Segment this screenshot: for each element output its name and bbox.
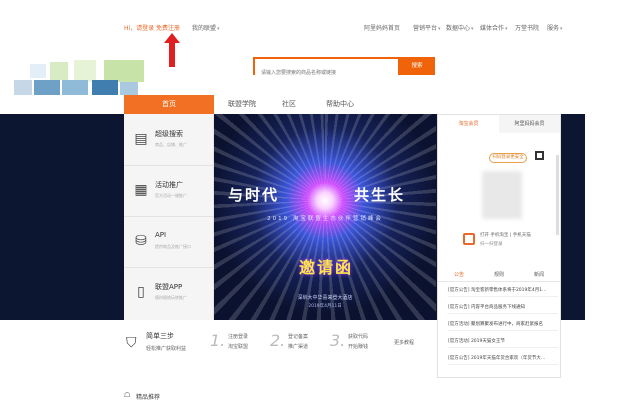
news-item[interactable]: [官方活动] 2019天猫女王节 <box>448 338 558 348</box>
menu-item-super-search[interactable]: ▤ 超级搜索 商品、店铺、推广 <box>124 116 214 166</box>
step-line1: 获取代码 <box>348 334 369 340</box>
side-menu: ▤ 超级搜索 商品、店铺、推广 ▦ 活动推广 官方活动一键推广 ⛁ API 提供… <box>124 114 214 320</box>
step-number: 3. <box>330 331 346 350</box>
tab-news[interactable]: 新闻 <box>534 271 544 278</box>
search-box <box>253 57 400 80</box>
nav-home[interactable]: 首页 <box>124 95 214 114</box>
step-line1: 登记备案 <box>288 334 309 340</box>
menu-item-sub: 官方活动一键推广 <box>155 193 187 198</box>
news-item[interactable]: [官方活动] 聚划算聚发布进行中，商家赶紧报名 <box>448 321 558 331</box>
search-input[interactable] <box>255 66 398 80</box>
nav-academy[interactable]: 联盟学院 <box>228 95 256 114</box>
my-union-menu[interactable]: 我的联盟 <box>192 23 220 32</box>
top-bar <box>0 0 622 40</box>
divider <box>438 281 560 282</box>
news-item[interactable]: [官方公告] 内容平台商品服务下线通知 <box>448 304 558 314</box>
main-nav <box>0 95 622 114</box>
banner-invite: 邀请函 <box>298 258 353 277</box>
scan-icon <box>463 233 475 245</box>
menu-item-api[interactable]: ⛁ API 提供商品及推广接口 <box>124 218 214 268</box>
news-item[interactable]: [官方公告] 淘宝客新零售体系将于2019年4月1... <box>448 287 558 297</box>
search-button[interactable]: 搜索 <box>399 57 435 75</box>
tab-taobao-member[interactable]: 淘宝会员 <box>438 115 499 133</box>
graduation-cap-icon: ⛉ <box>126 335 137 351</box>
nav-help[interactable]: 帮助中心 <box>326 95 354 114</box>
step-number: 1. <box>210 331 226 350</box>
menu-item-app[interactable]: ▯ 联盟APP 随时随地玩转推广 <box>124 269 214 319</box>
signup-link[interactable]: 免费注册 <box>156 23 180 32</box>
menu-item-activity[interactable]: ▦ 活动推广 官方活动一键推广 <box>124 167 214 217</box>
scan-login-text: 扫一扫登录 <box>480 242 503 247</box>
three-steps: ⛉ 简单三步 轻松推广获取利益 1. 注册登录 淘宝联盟 2. 登记备案 推广渠… <box>124 321 436 365</box>
top-link-alimama[interactable]: 阿里妈妈首页 <box>364 23 400 32</box>
more-tutorials-link[interactable]: 更多教程 <box>394 339 414 346</box>
tab-announcements[interactable]: 公告 <box>454 271 464 278</box>
steps-subtitle: 轻松推广获取利益 <box>146 346 187 352</box>
top-link-marketing[interactable]: 营销平台 <box>413 23 441 32</box>
menu-item-title: 联盟APP <box>155 283 183 291</box>
step-line1: 注册登录 <box>228 334 249 340</box>
nav-community[interactable]: 社区 <box>282 95 296 114</box>
banner-title-right: 共生长 <box>354 186 406 204</box>
top-link-media[interactable]: 媒体合作 <box>480 23 508 32</box>
top-link-service[interactable]: 服务 <box>547 23 563 32</box>
scrollbar[interactable] <box>556 155 559 235</box>
step-line2: 淘宝联盟 <box>228 344 249 350</box>
news-item[interactable]: [官方公告] 2019年天猫年货合家欢（年货节大... <box>448 355 558 365</box>
banner-subtitle: 2019 淘宝联盟生态伙伴营销峰会 <box>267 216 383 222</box>
search-doc-icon: ▤ <box>134 131 148 147</box>
menu-item-sub: 提供商品及推广接口 <box>155 244 191 249</box>
qr-code <box>482 171 522 219</box>
thumb-icon: ☖ <box>124 391 131 399</box>
step-line2: 推广渠道 <box>288 344 309 350</box>
step-line2: 开始赚钱 <box>348 344 369 350</box>
menu-item-sub: 商品、店铺、推广 <box>155 142 187 147</box>
tab-alimama-member[interactable]: 阿里妈妈会员 <box>499 115 560 133</box>
hero-banner[interactable]: 与时代 共生长 2019 淘宝联盟生态伙伴营销峰会 邀请函 深圳大中华喜来登大酒… <box>214 114 436 320</box>
top-link-academy[interactable]: 万堂书院 <box>515 23 539 32</box>
steps-title: 简单三步 <box>146 332 174 340</box>
pc-login-icon[interactable] <box>535 151 544 160</box>
top-link-data[interactable]: 数据中心 <box>446 23 474 32</box>
login-panel: 淘宝会员 阿里妈妈会员 扫码登录更安全 打开 手机淘宝 | 手机天猫 扫一扫登录… <box>437 114 561 378</box>
menu-item-title: 活动推广 <box>155 181 183 189</box>
login-link[interactable]: Hi，请登录 <box>124 23 154 32</box>
tab-rules[interactable]: 规则 <box>494 271 504 278</box>
featured-heading: 精品推荐 <box>136 394 161 401</box>
phone-icon: ▯ <box>137 284 145 300</box>
banner-date: 2019年4月11日 <box>308 304 342 309</box>
step-number: 2. <box>270 331 286 350</box>
banner-venue: 深圳大中华喜来登大酒店 <box>297 295 353 301</box>
activity-icon: ▦ <box>134 182 148 198</box>
database-icon: ⛁ <box>135 233 147 249</box>
menu-item-title: 超级搜索 <box>155 130 183 138</box>
secure-login-badge: 扫码登录更安全 <box>489 153 527 163</box>
scan-instruction: 打开 手机淘宝 | 手机天猫 <box>480 233 531 238</box>
menu-item-title: API <box>155 231 167 239</box>
menu-item-sub: 随时随地玩转推广 <box>155 295 187 300</box>
